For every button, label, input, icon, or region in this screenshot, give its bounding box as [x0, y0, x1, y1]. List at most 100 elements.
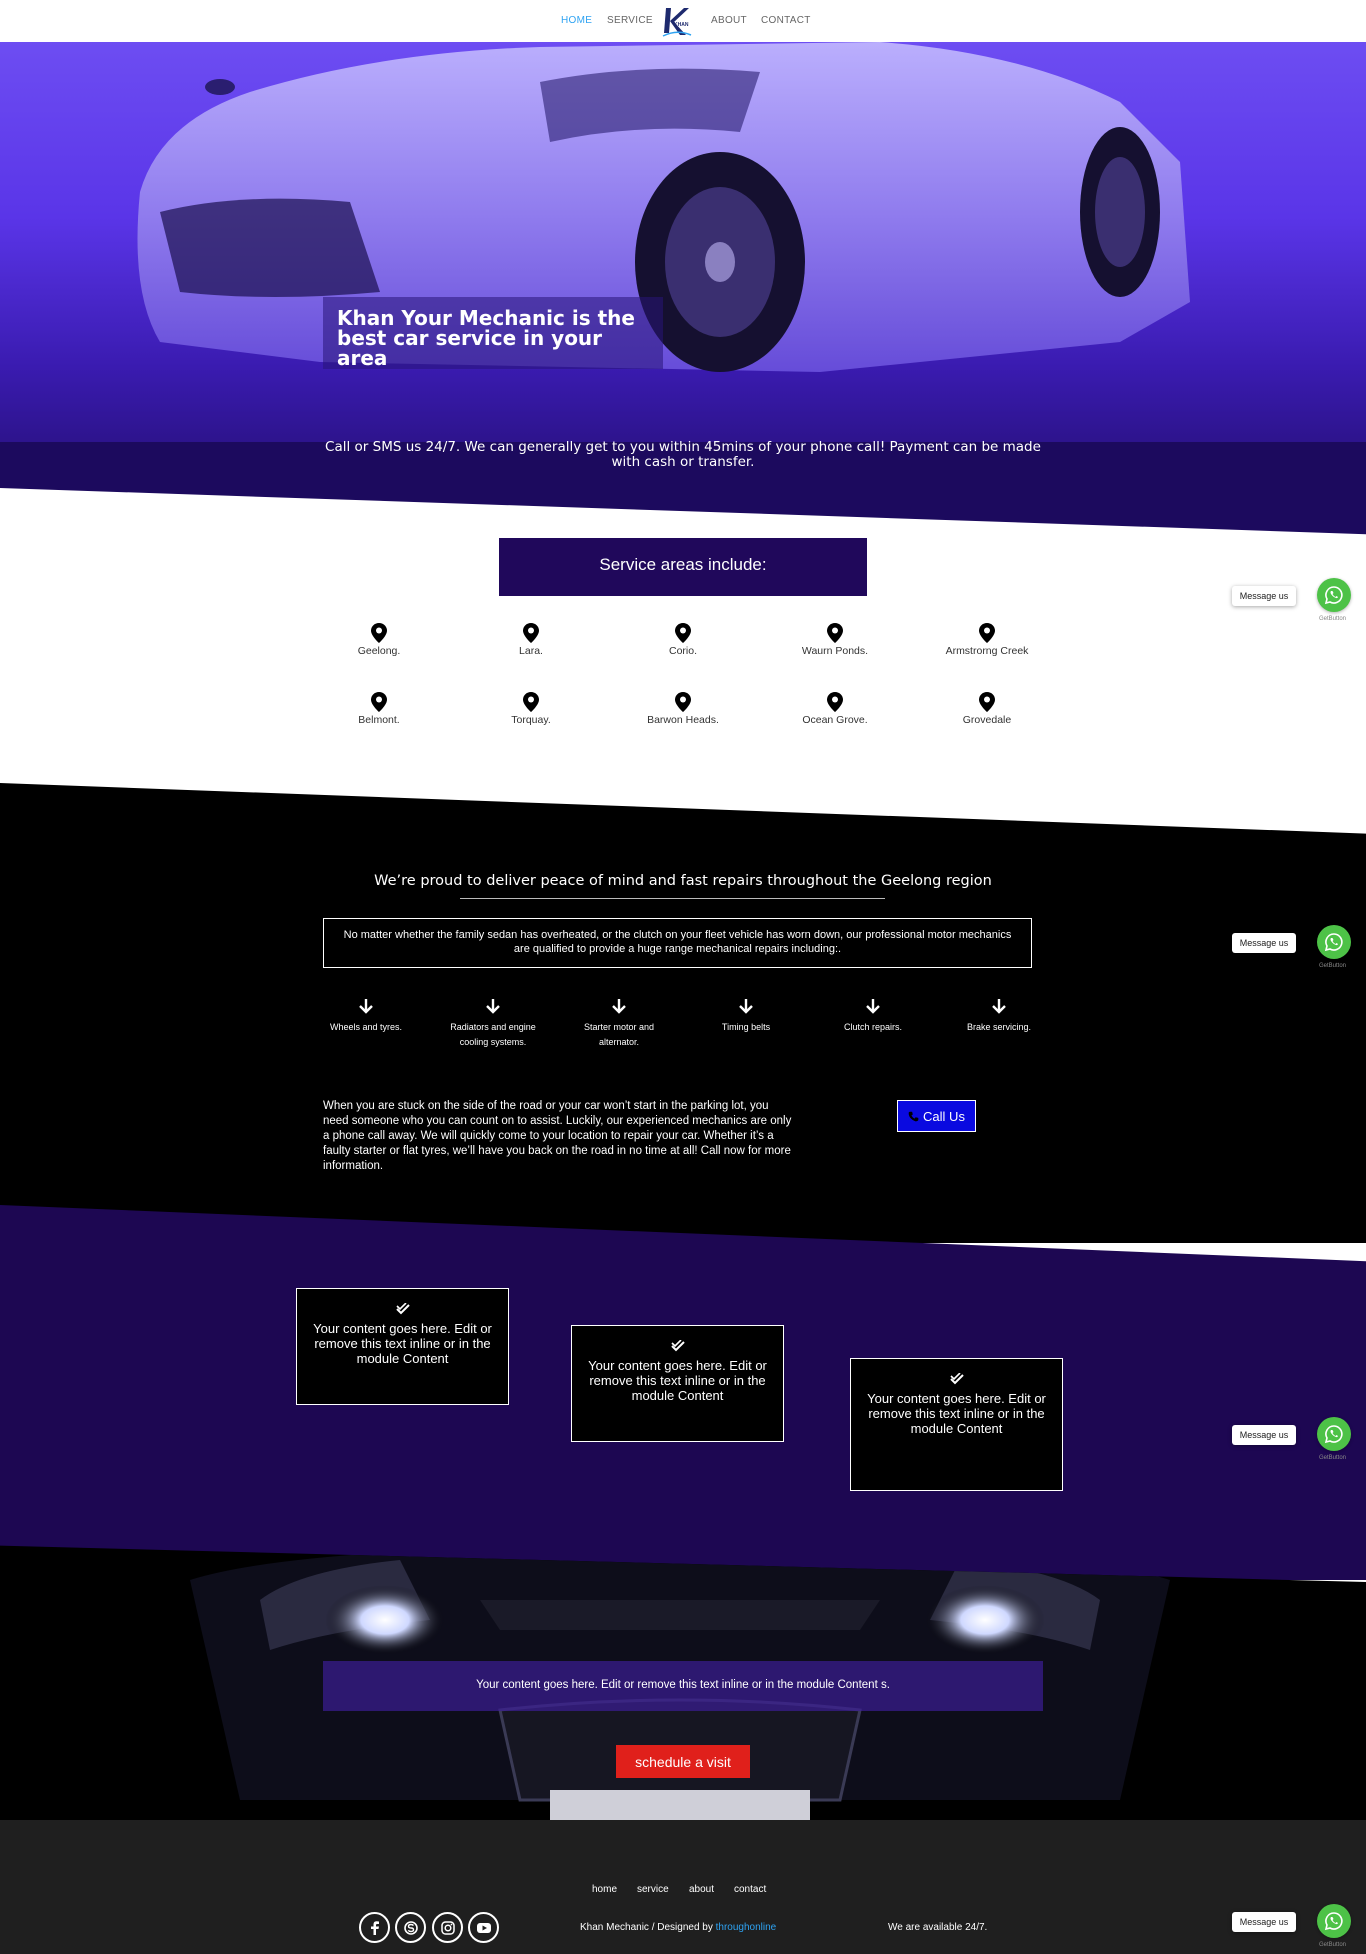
- location-pin-icon: [675, 623, 691, 643]
- double-check-icon: [395, 1303, 410, 1315]
- area-label: Waurn Ponds.: [801, 645, 869, 657]
- feature-card-text: Your content goes here. Edit or remove t…: [867, 1391, 1046, 1436]
- heading-underline: [460, 898, 885, 899]
- area-item: Barwon Heads.: [618, 692, 748, 726]
- message-us-bubble[interactable]: Message us: [1232, 586, 1296, 606]
- repair-label: Radiators and engine cooling systems.: [450, 1022, 536, 1047]
- repair-item: Radiators and engine cooling systems.: [443, 998, 543, 1050]
- footer-about-link[interactable]: about: [689, 1884, 714, 1895]
- location-pin-icon: [371, 623, 387, 643]
- footer-contact-link[interactable]: contact: [734, 1884, 766, 1895]
- repair-item: Starter motor and alternator.: [569, 998, 669, 1050]
- repair-item: Timing belts: [696, 998, 796, 1035]
- arrow-down-icon: [486, 999, 500, 1014]
- youtube-icon[interactable]: [468, 1912, 499, 1943]
- feature-card-text: Your content goes here. Edit or remove t…: [588, 1358, 767, 1403]
- cta-text: Your content goes here. Edit or remove t…: [476, 1679, 890, 1691]
- location-pin-icon: [675, 692, 691, 712]
- footer-service-link[interactable]: service: [637, 1884, 669, 1895]
- repairs-section: [0, 783, 1366, 1243]
- location-pin-icon: [523, 623, 539, 643]
- message-us-bubble[interactable]: Message us: [1232, 1912, 1296, 1932]
- area-label: Barwon Heads.: [647, 714, 719, 726]
- call-us-label: Call Us: [923, 1108, 965, 1124]
- whatsapp-widget: Message us GetButton: [1232, 925, 1352, 973]
- getbutton-brand: GetButton: [1319, 1455, 1347, 1461]
- instagram-icon[interactable]: [432, 1912, 463, 1943]
- footer-home-link[interactable]: home: [592, 1884, 617, 1895]
- area-item: Lara.: [466, 623, 596, 657]
- area-label: Grovedale: [962, 714, 1012, 726]
- whatsapp-widget: Message us GetButton: [1232, 1417, 1352, 1465]
- footer: [0, 1820, 1366, 1954]
- getbutton-brand: GetButton: [1319, 1942, 1347, 1948]
- area-label: Armstrorng Creek: [945, 645, 1029, 657]
- whatsapp-icon[interactable]: [1317, 1417, 1351, 1451]
- area-item: Armstrorng Creek: [922, 623, 1052, 657]
- feature-card: Your content goes here. Edit or remove t…: [850, 1358, 1063, 1491]
- message-us-bubble[interactable]: Message us: [1232, 933, 1296, 953]
- area-item: Torquay.: [466, 692, 596, 726]
- arrow-down-icon: [866, 999, 880, 1014]
- whatsapp-icon[interactable]: [1317, 578, 1351, 612]
- location-pin-icon: [979, 692, 995, 712]
- area-label: Geelong.: [357, 645, 401, 657]
- repairs-heading: We’re proud to deliver peace of mind and…: [374, 873, 992, 889]
- hero-subtitle: Call or SMS us 24/7. We can generally ge…: [325, 439, 1041, 470]
- location-pin-icon: [979, 623, 995, 643]
- repair-item: Brake servicing.: [949, 998, 1049, 1035]
- skype-icon[interactable]: [395, 1912, 426, 1943]
- feature-card-text: Your content goes here. Edit or remove t…: [313, 1321, 492, 1366]
- feature-card: Your content goes here. Edit or remove t…: [296, 1288, 509, 1405]
- repairs-intro-text: No matter whether the family sedan has o…: [343, 929, 1012, 955]
- whatsapp-icon[interactable]: [1317, 1904, 1351, 1938]
- repair-label: Wheels and tyres.: [329, 1022, 403, 1032]
- schedule-visit-button[interactable]: schedule a visit: [616, 1745, 750, 1778]
- getbutton-brand: GetButton: [1319, 616, 1347, 622]
- phone-icon: [908, 1111, 919, 1121]
- repair-label: Brake servicing.: [966, 1022, 1032, 1032]
- hero-title-line2: best car service in your area: [337, 326, 603, 370]
- nav-service-link[interactable]: SERVICE: [607, 15, 653, 26]
- area-label: Belmont.: [358, 714, 400, 726]
- arrow-down-icon: [992, 999, 1006, 1014]
- area-item: Ocean Grove.: [770, 692, 900, 726]
- area-item: Belmont.: [314, 692, 444, 726]
- arrow-down-icon: [612, 999, 626, 1014]
- nav-about-link[interactable]: ABOUT: [711, 15, 747, 26]
- call-us-button[interactable]: Call Us: [897, 1100, 976, 1132]
- message-us-bubble[interactable]: Message us: [1232, 1425, 1296, 1445]
- designer-link[interactable]: throughonline: [716, 1922, 777, 1933]
- whatsapp-icon[interactable]: [1317, 925, 1351, 959]
- area-item: Geelong.: [314, 623, 444, 657]
- service-areas-heading: Service areas include:: [599, 555, 767, 574]
- top-navigation: HOME SERVICE KHAN ABOUT CONTACT: [0, 0, 1366, 42]
- area-label: Torquay.: [511, 714, 551, 726]
- repair-label: Clutch repairs.: [843, 1022, 903, 1032]
- repair-label: Starter motor and alternator.: [583, 1022, 655, 1047]
- area-item: Grovedale: [922, 692, 1052, 726]
- footer-credit-text: Khan Mechanic / Designed by: [580, 1922, 716, 1933]
- availability-text: We are available 24/7.: [888, 1922, 988, 1933]
- repair-item: Wheels and tyres.: [316, 998, 416, 1035]
- area-item: Waurn Ponds.: [770, 623, 900, 657]
- whatsapp-widget: Message us GetButton: [1232, 1904, 1352, 1952]
- khan-logo[interactable]: KHAN: [660, 5, 694, 39]
- area-label: Ocean Grove.: [802, 714, 868, 726]
- hero-title: Khan Your Mechanic is the best car servi…: [337, 308, 657, 368]
- facebook-icon[interactable]: [359, 1912, 390, 1943]
- location-pin-icon: [523, 692, 539, 712]
- nav-home-link[interactable]: HOME: [561, 15, 592, 26]
- whatsapp-widget: Message us GetButton: [1232, 578, 1352, 626]
- area-item: Corio.: [618, 623, 748, 657]
- area-label: Corio.: [668, 645, 697, 657]
- double-check-icon: [670, 1340, 685, 1352]
- nav-contact-link[interactable]: CONTACT: [761, 15, 811, 26]
- feature-card: Your content goes here. Edit or remove t…: [571, 1325, 784, 1442]
- getbutton-brand: GetButton: [1319, 963, 1347, 969]
- roadside-help-text: When you are stuck on the side of the ro…: [323, 1100, 792, 1172]
- arrow-down-icon: [739, 999, 753, 1014]
- hero-title-line1: Khan Your Mechanic is the: [337, 306, 635, 330]
- arrow-down-icon: [359, 999, 373, 1014]
- logo-text: KHAN: [674, 22, 689, 28]
